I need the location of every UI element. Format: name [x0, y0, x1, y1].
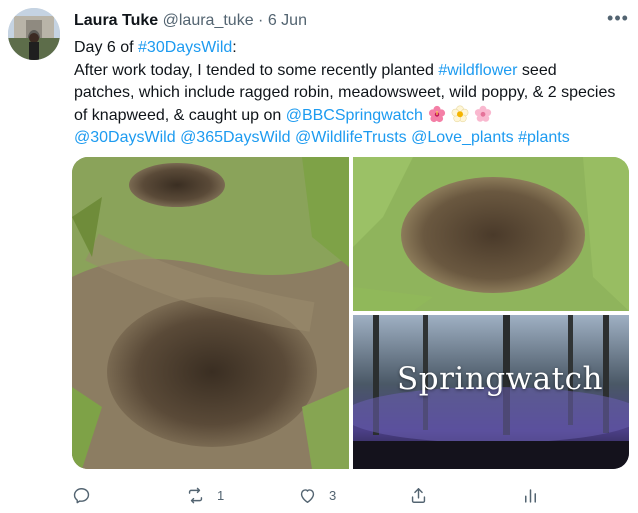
avatar[interactable]: [8, 8, 60, 60]
hashtag-link[interactable]: #wildflower: [438, 62, 517, 79]
springwatch-logo: Springwatch: [397, 361, 603, 397]
photo-springwatch[interactable]: Springwatch: [353, 315, 629, 469]
analytics-button[interactable]: [521, 484, 552, 506]
tweet-actions: 1 3: [72, 484, 592, 506]
photo-seed-patch[interactable]: [353, 157, 629, 311]
mention-link[interactable]: @30DaysWild: [74, 129, 176, 146]
header-separator: ·: [258, 12, 264, 29]
analytics-icon: [524, 488, 537, 503]
mention-link[interactable]: @Love_plants: [411, 129, 514, 146]
retweet-icon: [188, 487, 203, 503]
text-segment: After work today, I tended to some recen…: [74, 61, 439, 79]
mention-link[interactable]: @BBCSpringwatch: [286, 107, 423, 124]
more-options-icon[interactable]: •••: [604, 6, 632, 30]
tweet-header: Laura Tuke @laura_tuke · 6 Jun: [74, 11, 307, 31]
reply-icon: [73, 487, 90, 503]
text-segment: Day 6 of: [74, 39, 139, 56]
tweet-text: Day 6 of #30DaysWild: After work today, …: [74, 37, 630, 150]
share-icon: [411, 487, 426, 503]
text-segment: seed: [517, 61, 557, 79]
share-button[interactable]: [409, 484, 440, 506]
hibiscus-icon: [428, 105, 446, 122]
mention-link[interactable]: @365DaysWild: [180, 129, 291, 146]
tweet-line: After work today, I tended to some recen…: [74, 60, 630, 83]
author-name[interactable]: Laura Tuke: [74, 12, 158, 29]
author-handle[interactable]: @laura_tuke: [163, 12, 254, 29]
hashtag-link[interactable]: #plants: [518, 129, 570, 146]
like-button[interactable]: 3: [298, 484, 336, 506]
retweet-button[interactable]: 1: [186, 484, 224, 506]
tweet-card[interactable]: Laura Tuke @laura_tuke · 6 Jun ••• Day 6…: [0, 0, 638, 513]
media-grid: Springwatch: [72, 157, 629, 469]
photo-soil-patches[interactable]: [72, 157, 349, 469]
tweet-line: @30DaysWild @365DaysWild @WildlifeTrusts…: [74, 127, 630, 150]
tweet-line: patches, which include ragged robin, mea…: [74, 84, 616, 101]
tweet-date[interactable]: 6 Jun: [268, 12, 307, 29]
retweet-count: 1: [217, 487, 225, 503]
heart-icon: [300, 488, 315, 503]
text-segment: :: [232, 39, 237, 56]
cherry-blossom-icon: [474, 105, 492, 122]
text-segment: of knapweed, & caught up on: [74, 106, 286, 124]
like-count: 3: [329, 487, 337, 503]
hashtag-link[interactable]: #30DaysWild: [138, 39, 232, 56]
mention-link[interactable]: @WildlifeTrusts: [295, 129, 407, 146]
reply-button[interactable]: [72, 484, 103, 506]
tweet-line: Day 6 of #30DaysWild:: [74, 37, 630, 60]
tweet-line: of knapweed, & caught up on @BBCSpringwa…: [74, 105, 630, 128]
blossom-icon: [451, 105, 469, 122]
